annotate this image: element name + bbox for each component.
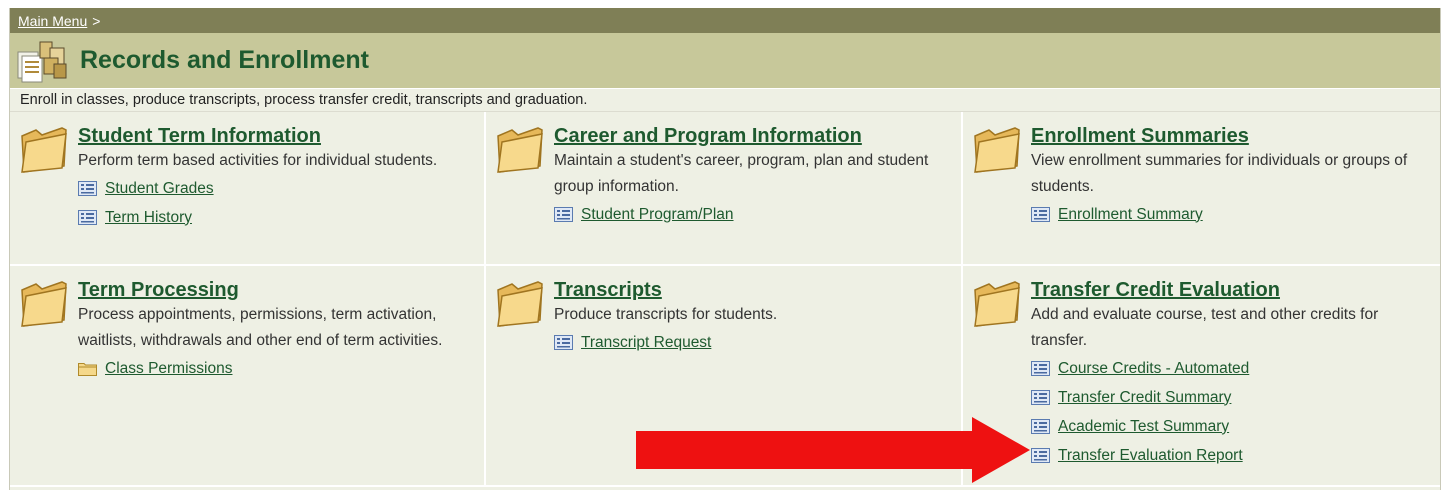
nav-link-label[interactable]: Transfer Evaluation Report [1058,447,1243,465]
nav-link-student-grades[interactable]: Student Grades [78,174,484,203]
document-icon [1031,207,1050,222]
nav-link-label[interactable]: Student Grades [105,180,214,198]
nav-link-label[interactable]: Transfer Credit Summary [1058,389,1231,407]
nav-link-student-program-plan[interactable]: Student Program/Plan [554,200,961,229]
nav-link-transfer-credit-summary[interactable]: Transfer Credit Summary [1031,383,1440,412]
nav-link-course-credits-automated[interactable]: Course Credits - Automated [1031,354,1440,383]
folder-icon [974,127,1020,173]
document-icon [1031,448,1050,463]
breadcrumb: Main Menu > [10,8,1440,33]
category-description: Perform term based activities for indivi… [78,152,438,169]
category-title-link[interactable]: Enrollment Summaries [1031,124,1440,148]
page-title: Records and Enrollment [80,46,369,74]
document-icon [1031,419,1050,434]
nav-link-transcript-request[interactable]: Transcript Request [554,328,961,357]
category-transfer-credit-evaluation: Transfer Credit Evaluation Add and evalu… [963,266,1440,487]
folder-icon [974,281,1020,327]
nav-link-term-history[interactable]: Term History [78,203,484,232]
breadcrumb-main-menu-link[interactable]: Main Menu [18,13,87,29]
annotation-arrow-icon [636,417,1030,483]
document-icon [1031,390,1050,405]
nav-link-label[interactable]: Class Permissions [105,360,232,378]
nav-link-label[interactable]: Transcript Request [581,334,711,352]
category-description: Produce transcripts for students. [554,306,778,323]
folder-icon [497,281,543,327]
document-icon [554,335,573,350]
records-enrollment-icon [17,41,67,82]
category-title-link[interactable]: Term Processing [78,278,484,302]
nav-link-transfer-evaluation-report[interactable]: Transfer Evaluation Report [1031,441,1440,470]
folder-icon [21,281,67,327]
document-icon [1031,361,1050,376]
category-title-link[interactable]: Student Term Information [78,124,484,148]
category-term-processing: Term Processing Process appointments, pe… [10,266,486,487]
folder-icon [21,127,67,173]
category-title-link[interactable]: Transfer Credit Evaluation [1031,278,1440,302]
document-icon [78,210,97,225]
nav-link-label[interactable]: Enrollment Summary [1058,206,1203,224]
breadcrumb-separator: > [92,12,101,29]
nav-link-academic-test-summary[interactable]: Academic Test Summary [1031,412,1440,441]
nav-link-label[interactable]: Term History [105,209,192,227]
page-description: Enroll in classes, produce transcripts, … [10,88,1440,112]
nav-link-class-permissions[interactable]: Class Permissions [78,354,484,383]
document-icon [554,207,573,222]
category-description: Process appointments, permissions, term … [78,306,443,349]
nav-link-label[interactable]: Course Credits - Automated [1058,360,1249,378]
folder-icon [78,363,97,376]
folder-icon [497,127,543,173]
category-description: Maintain a student's career, program, pl… [554,152,929,195]
nav-link-label[interactable]: Student Program/Plan [581,206,734,224]
category-enrollment-summaries: Enrollment Summaries View enrollment sum… [963,112,1440,266]
page-header: Records and Enrollment [10,33,1440,88]
category-student-term-information: Student Term Information Perform term ba… [10,112,486,266]
nav-link-enrollment-summary[interactable]: Enrollment Summary [1031,200,1440,229]
category-title-link[interactable]: Transcripts [554,278,961,302]
category-description: View enrollment summaries for individual… [1031,152,1408,195]
category-career-program-information: Career and Program Information Maintain … [486,112,963,266]
category-title-link[interactable]: Career and Program Information [554,124,961,148]
nav-link-label[interactable]: Academic Test Summary [1058,418,1229,436]
document-icon [78,181,97,196]
category-description: Add and evaluate course, test and other … [1031,306,1379,349]
